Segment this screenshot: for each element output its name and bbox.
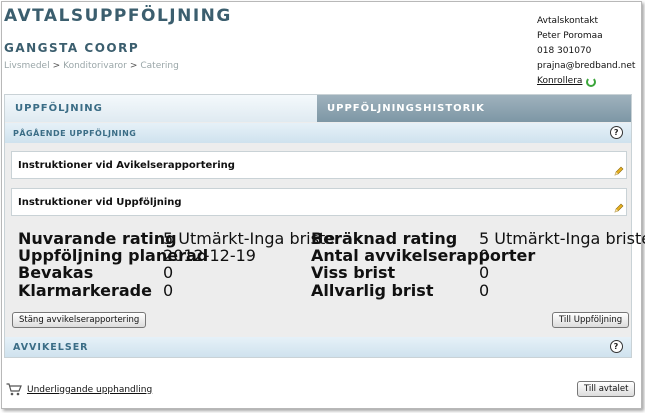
detail-value-serious-deficiency: 0 xyxy=(479,281,490,300)
deviation-instructions-box[interactable]: Instruktioner vid Avikelserapportering xyxy=(11,151,627,179)
breadcrumb: Livsmedel > Konditorivaror > Catering xyxy=(4,61,179,71)
deviation-instructions-label: Instruktioner vid Avikelserapportering xyxy=(18,159,235,171)
tab-bar: UPPFÖLJNING UPPFÖLJNINGSHISTORIK xyxy=(5,95,631,122)
page-title: AVTALSUPPFÖLJNING xyxy=(4,6,232,26)
followup-instructions-label: Instruktioner vid Uppföljning xyxy=(18,196,182,208)
breadcrumb-item-konditorivaror[interactable]: Konditorivaror xyxy=(63,61,127,71)
tab-followup-history[interactable]: UPPFÖLJNINGSHISTORIK xyxy=(317,95,631,122)
breadcrumb-item-livsmedel[interactable]: Livsmedel xyxy=(4,61,50,71)
check-contact-label: Konrollera xyxy=(537,76,583,86)
close-deviation-button[interactable]: Stäng avvikelserapportering xyxy=(12,312,147,328)
detail-value-monitored: 0 xyxy=(163,263,174,282)
detail-label-serious-deficiency: Allvarlig brist xyxy=(311,281,434,300)
detail-label-minor-deficiency: Viss brist xyxy=(311,263,396,282)
tab-followup[interactable]: UPPFÖLJNING xyxy=(5,95,317,122)
detail-value-minor-deficiency: 0 xyxy=(479,263,490,282)
detail-value-planned-followup: 2012-12-19 xyxy=(163,246,256,265)
followup-instructions-box[interactable]: Instruktioner vid Uppföljning xyxy=(11,188,627,216)
contact-card: Avtalskontakt Peter Poromaa 018 301070 p… xyxy=(537,14,635,89)
to-agreement-button[interactable]: Till avtalet xyxy=(577,381,636,397)
detail-label-monitored: Bevakas xyxy=(18,263,94,282)
breadcrumb-separator: > xyxy=(129,61,138,71)
section-deviations[interactable]: AVVIKELSER ? xyxy=(5,337,631,357)
pencil-icon[interactable] xyxy=(614,203,624,213)
help-icon[interactable]: ? xyxy=(610,340,623,353)
refresh-icon xyxy=(586,76,597,87)
contact-email: prajna@bredband.net xyxy=(537,61,636,71)
breadcrumb-separator: > xyxy=(52,61,61,71)
underlying-procurement-link[interactable]: Underliggande upphandling xyxy=(6,383,152,396)
cart-icon xyxy=(6,383,22,396)
detail-label-cleared: Klarmarkerade xyxy=(18,281,152,300)
section-deviations-label: AVVIKELSER xyxy=(13,341,89,353)
contact-heading: Avtalskontakt xyxy=(537,16,599,26)
underlying-procurement-label: Underliggande upphandling xyxy=(27,384,153,395)
contact-phone: 018 301070 xyxy=(537,46,592,56)
help-icon[interactable]: ? xyxy=(610,126,623,139)
breadcrumb-item-catering[interactable]: Catering xyxy=(140,61,178,71)
detail-value-cleared: 0 xyxy=(163,281,174,300)
section-current-followup-label: PÅGÅENDE UPPFÖLJNING xyxy=(13,128,137,138)
followup-panel: UPPFÖLJNING UPPFÖLJNINGSHISTORIK PÅGÅEND… xyxy=(4,94,645,358)
pencil-icon[interactable] xyxy=(614,166,624,176)
check-contact-link[interactable]: Konrollera xyxy=(537,74,597,89)
section-current-followup: PÅGÅENDE UPPFÖLJNING ? xyxy=(5,123,631,143)
contact-name: Peter Poromaa xyxy=(537,31,603,41)
company-name: GANGSTA COORP xyxy=(4,41,140,55)
to-followup-button[interactable]: Till Uppföljning xyxy=(552,312,630,328)
